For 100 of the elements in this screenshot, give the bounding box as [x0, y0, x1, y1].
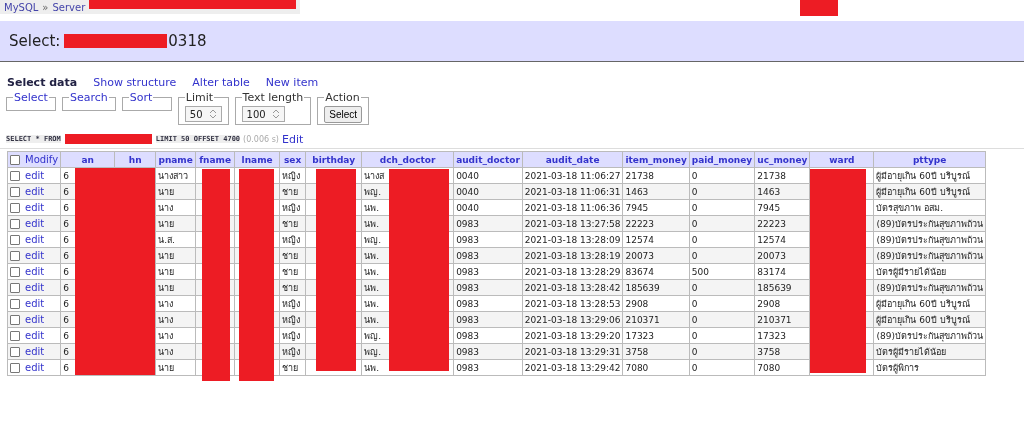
fieldset-legend: Limit — [184, 91, 215, 104]
table-cell: (89)บัตรประกันสุขภาพถ้วน — [873, 327, 986, 344]
fieldset-legend: Text length — [241, 91, 305, 104]
table-cell: 17323 — [754, 327, 810, 344]
table-cell: 2021-03-18 13:28:29 — [522, 263, 623, 280]
table-cell: 21738 — [754, 167, 810, 184]
row-checkbox[interactable] — [10, 219, 20, 230]
spinner-arrows-icon — [208, 108, 217, 120]
table-cell: 7080 — [754, 359, 810, 376]
fieldset-toggle-link[interactable]: Select — [13, 91, 49, 104]
row-checkbox[interactable] — [10, 235, 20, 246]
row-checkbox[interactable] — [10, 363, 20, 374]
table-cell: 2021-03-18 13:28:09 — [522, 231, 623, 248]
page-title: Select: — [9, 32, 61, 50]
column-header[interactable]: item_money — [622, 151, 690, 168]
column-header[interactable]: ward — [809, 151, 874, 168]
table-cell: 2021-03-18 11:06:36 — [522, 199, 623, 216]
table-cell: 12574 — [754, 231, 810, 248]
nav-link[interactable]: Select data — [7, 76, 78, 89]
number-input[interactable]: 50 — [184, 106, 222, 122]
row-checkbox[interactable] — [10, 315, 20, 326]
table-cell: ผู้มีอายุเกิน 60ปี บริบูรณ์ — [873, 167, 986, 184]
table-name-suffix: 0318 — [168, 32, 207, 50]
nav-link[interactable]: Alter table — [192, 76, 250, 89]
table-cell: 17323 — [622, 327, 690, 344]
column-header[interactable]: lname — [234, 151, 280, 168]
column-header[interactable]: pttype — [873, 151, 986, 168]
table-cell: ชาย — [279, 263, 306, 280]
row-checkbox[interactable] — [10, 251, 20, 262]
table-cell: 0 — [689, 199, 755, 216]
table-cell: 0040 — [453, 199, 523, 216]
query-time: (0.006 s) — [243, 134, 279, 144]
spinner-arrows-icon — [271, 108, 280, 120]
column-header[interactable]: sex — [279, 151, 306, 168]
table-cell: 7080 — [622, 359, 690, 376]
table-cell: 0983 — [453, 231, 523, 248]
row-checkbox[interactable] — [10, 171, 20, 182]
column-header[interactable]: fname — [195, 151, 235, 168]
table-cell: หญิง — [279, 231, 306, 248]
table-cell: 7945 — [622, 199, 690, 216]
table-cell: 0 — [689, 359, 755, 376]
table-cell: 2021-03-18 13:29:20 — [522, 327, 623, 344]
row-checkbox[interactable] — [10, 299, 20, 310]
table-cell: 0983 — [453, 359, 523, 376]
row-checkbox[interactable] — [10, 347, 20, 358]
edit-query-link[interactable]: Edit — [281, 132, 304, 146]
table-cell: บัตรผู้มีรายได้น้อย — [873, 263, 986, 280]
column-header[interactable]: dch_doctor — [361, 151, 454, 168]
table-cell: 0983 — [453, 327, 523, 344]
table-cell: ชาย — [279, 359, 306, 376]
table-cell: หญิง — [279, 327, 306, 344]
fieldset-toggle-link[interactable]: Sort — [128, 91, 154, 104]
row-checkbox[interactable] — [10, 187, 20, 198]
table-cell: 2021-03-18 11:06:27 — [522, 167, 623, 184]
table-cell: หญิง — [279, 167, 306, 184]
row-checkbox[interactable] — [10, 267, 20, 278]
modify-label: Modify — [25, 153, 59, 165]
column-header[interactable]: pname — [155, 151, 196, 168]
table-cell: 0983 — [453, 263, 523, 280]
table-cell: 2908 — [622, 295, 690, 312]
select-all-checkbox[interactable] — [10, 155, 20, 166]
fieldset-toggle-link[interactable]: Search — [69, 91, 109, 104]
select-button[interactable]: Select — [324, 106, 363, 123]
table-cell: ผู้มีอายุเกิน 60ปี บริบูรณ์ — [873, 295, 986, 312]
table-cell: 500 — [689, 263, 755, 280]
column-header[interactable]: hn — [114, 151, 156, 168]
breadcrumb-link[interactable]: Server — [52, 1, 86, 13]
table-cell: 2908 — [754, 295, 810, 312]
table-cell: 2021-03-18 13:29:42 — [522, 359, 623, 376]
table-cell: 83674 — [622, 263, 690, 280]
redaction-bar — [800, 0, 838, 16]
table-cell: 12574 — [622, 231, 690, 248]
breadcrumb-link[interactable]: MySQL — [4, 1, 39, 13]
table-cell: บัตรสุขภาพ อสม. — [873, 199, 986, 216]
column-header[interactable]: paid_money — [689, 151, 755, 168]
table-cell: 7945 — [754, 199, 810, 216]
table-cell: หญิง — [279, 295, 306, 312]
table-cell: บัตรผู้พิการ — [873, 359, 986, 376]
table-cell: (89)บัตรประกันสุขภาพถ้วน — [873, 231, 986, 248]
row-checkbox[interactable] — [10, 331, 20, 342]
table-cell: หญิง — [279, 199, 306, 216]
nav-link[interactable]: New item — [265, 76, 319, 89]
breadcrumb-separator: » — [42, 1, 49, 13]
table-cell: 0983 — [453, 295, 523, 312]
table-cell: 2021-03-18 13:28:53 — [522, 295, 623, 312]
table-cell: 0 — [689, 295, 755, 312]
column-header[interactable]: uc_money — [754, 151, 810, 168]
column-header[interactable]: audit_doctor — [453, 151, 523, 168]
table-cell: 0 — [689, 231, 755, 248]
table-cell: 0 — [689, 327, 755, 344]
column-header[interactable]: birthday — [305, 151, 362, 168]
nav-link[interactable]: Show structure — [93, 76, 177, 89]
column-header[interactable]: audit_date — [522, 151, 623, 168]
column-header[interactable]: an — [60, 151, 115, 168]
row-checkbox[interactable] — [10, 283, 20, 294]
number-input[interactable]: 100 — [241, 106, 285, 122]
table-cell: 83174 — [754, 263, 810, 280]
table-cell: 21738 — [622, 167, 690, 184]
row-checkbox[interactable] — [10, 203, 20, 214]
fieldset-legend: Action — [324, 91, 361, 104]
